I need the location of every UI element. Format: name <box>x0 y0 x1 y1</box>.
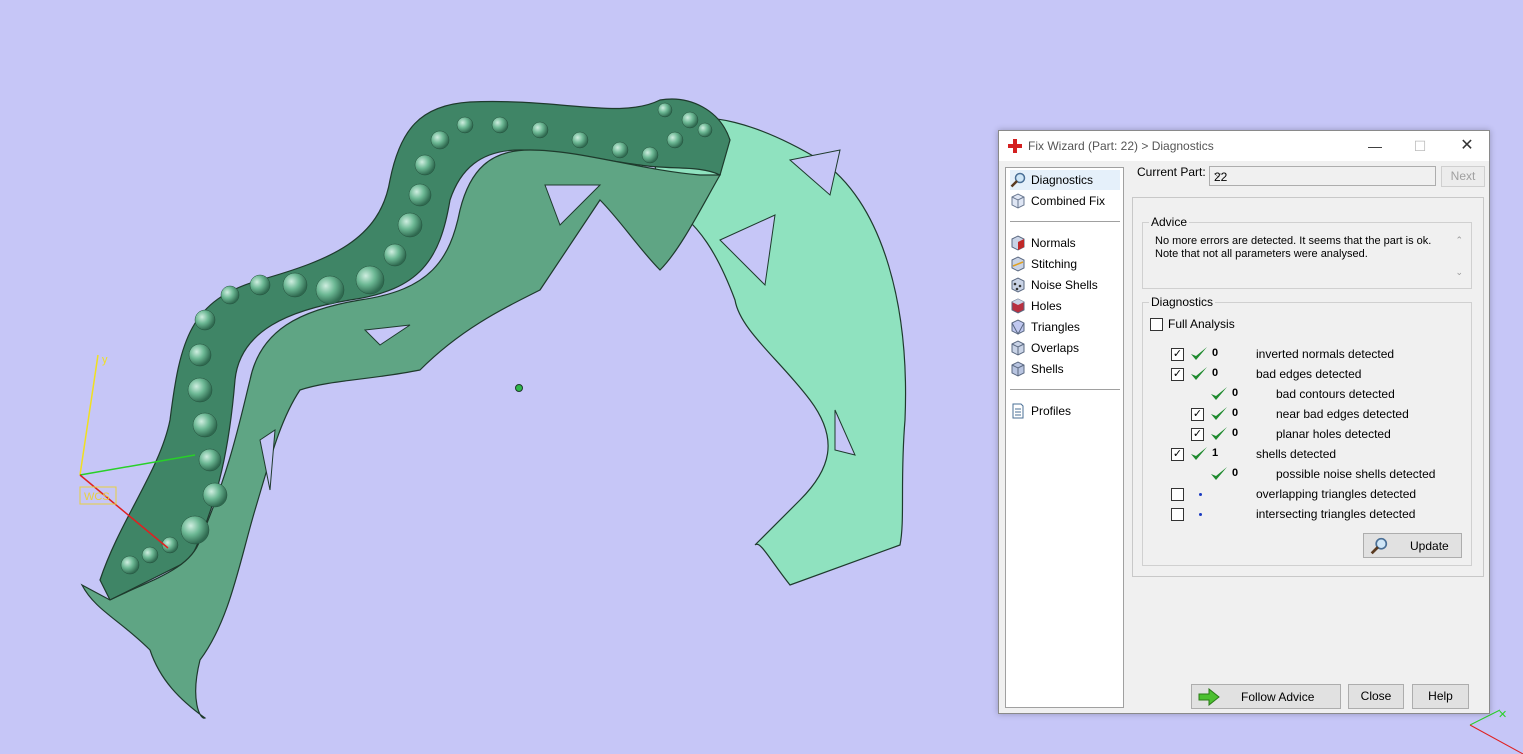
green-check-icon <box>1211 387 1227 400</box>
advice-title: Advice <box>1149 215 1190 229</box>
nav-item-combined-fix[interactable]: Combined Fix <box>1010 191 1120 211</box>
maximize-button[interactable]: ☐ <box>1398 131 1442 161</box>
green-check-icon <box>1191 447 1207 460</box>
pending-dot-icon <box>1199 513 1202 516</box>
diagnostic-checkbox[interactable]: ✓ <box>1171 448 1184 461</box>
svg-text:✕: ✕ <box>1498 709 1507 721</box>
dialog-titlebar[interactable]: Fix Wizard (Part: 22) > Diagnostics — ☐ … <box>999 131 1489 161</box>
nav-item-holes[interactable]: Holes <box>1010 296 1120 316</box>
nav-label: Shells <box>1031 362 1064 376</box>
follow-advice-label: Follow Advice <box>1241 690 1315 704</box>
pending-dot-icon <box>1199 493 1202 496</box>
diagnostic-checkbox[interactable] <box>1171 488 1184 501</box>
green-arrow-icon <box>1198 688 1220 706</box>
nav-label: Triangles <box>1031 320 1080 334</box>
nav-item-overlaps[interactable]: Overlaps <box>1010 338 1120 358</box>
shells-cube-icon <box>1011 361 1025 377</box>
update-label: Update <box>1410 539 1449 553</box>
nav-label: Holes <box>1031 299 1062 313</box>
follow-advice-button[interactable]: Follow Advice <box>1191 684 1341 709</box>
diagnostics-group: Diagnostics Full Analysis ✓ 0 inverted nor… <box>1142 295 1472 566</box>
chevron-down-icon: ⌵ <box>1214 169 1222 180</box>
green-check-icon <box>1211 427 1227 440</box>
advice-text: No more errors are detected. It seems th… <box>1155 235 1432 260</box>
nav-item-profiles[interactable]: Profiles <box>1010 401 1120 421</box>
nav-item-diagnostics[interactable]: Diagnostics <box>1010 170 1120 190</box>
update-button[interactable]: Update <box>1363 533 1462 558</box>
diagnostic-count: 0 <box>1212 347 1219 359</box>
diagnostic-checkbox[interactable] <box>1171 508 1184 521</box>
green-check-icon <box>1191 347 1207 360</box>
diagnostic-label: bad contours detected <box>1276 387 1395 401</box>
diagnostics-page: Advice No more errors are detected. It s… <box>1132 197 1484 577</box>
scroll-up-icon[interactable]: ⌃ <box>1455 235 1463 246</box>
nav-item-normals[interactable]: Normals <box>1010 233 1120 253</box>
diagnostic-checkbox[interactable]: ✓ <box>1191 408 1204 421</box>
diagnostic-count: 0 <box>1232 387 1239 399</box>
current-part-label: Current Part: <box>1137 165 1206 179</box>
close-window-button[interactable]: ✕ <box>1445 131 1489 161</box>
diagnostic-count: 0 <box>1232 407 1239 419</box>
diagnostic-label: near bad edges detected <box>1276 407 1409 421</box>
diagnostic-label: planar holes detected <box>1276 427 1391 441</box>
green-check-icon <box>1211 467 1227 480</box>
nav-separator <box>1010 389 1120 390</box>
nav-label: Normals <box>1031 236 1076 250</box>
fix-wizard-dialog: Fix Wizard (Part: 22) > Diagnostics — ☐ … <box>998 130 1490 714</box>
scroll-down-icon[interactable]: ⌄ <box>1455 267 1463 278</box>
nav-item-stitching[interactable]: Stitching <box>1010 254 1120 274</box>
document-icon <box>1012 403 1024 419</box>
nav-label: Combined Fix <box>1031 194 1106 208</box>
nav-item-triangles[interactable]: Triangles <box>1010 317 1120 337</box>
diagnostic-checkbox[interactable]: ✓ <box>1171 348 1184 361</box>
advice-group: Advice No more errors are detected. It s… <box>1142 215 1472 289</box>
holes-cube-icon <box>1011 298 1025 314</box>
nav-label: Overlaps <box>1031 341 1080 355</box>
green-check-icon <box>1211 407 1227 420</box>
nav-label: Profiles <box>1031 404 1072 418</box>
wizard-nav-panel: Diagnostics Combined Fix Normals Stitchi… <box>1005 167 1124 708</box>
diagnostic-count: 0 <box>1232 467 1239 479</box>
next-button[interactable]: Next <box>1441 166 1485 187</box>
magnifier-icon <box>1370 537 1388 555</box>
nav-item-noise-shells[interactable]: Noise Shells <box>1010 275 1120 295</box>
diagnostic-label: inverted normals detected <box>1256 347 1395 361</box>
overlaps-cube-icon <box>1011 340 1025 356</box>
nav-label: Diagnostics <box>1031 173 1094 187</box>
nav-label: Stitching <box>1031 257 1078 271</box>
diagnostic-checkbox[interactable]: ✓ <box>1191 428 1204 441</box>
help-button[interactable]: Help <box>1412 684 1469 709</box>
minimize-button[interactable]: — <box>1353 131 1397 161</box>
diagnostic-label: shells detected <box>1256 447 1337 461</box>
stitching-cube-icon <box>1011 256 1025 272</box>
diagnostic-checkbox[interactable]: ✓ <box>1171 368 1184 381</box>
diagnostic-label: intersecting triangles detected <box>1256 507 1416 521</box>
diagnostic-label: bad edges detected <box>1256 367 1362 381</box>
diagnostics-title: Diagnostics <box>1149 295 1216 309</box>
dialog-title: Fix Wizard (Part: 22) > Diagnostics <box>1028 139 1214 153</box>
diagnostic-count: 0 <box>1212 367 1219 379</box>
diagnostic-count: 0 <box>1232 427 1239 439</box>
close-button[interactable]: Close <box>1348 684 1404 709</box>
wcs-label: WCS <box>84 491 110 503</box>
noise-shells-cube-icon <box>1011 277 1025 293</box>
axis-y-label: y <box>102 354 108 366</box>
diagnostic-count: 1 <box>1212 447 1219 459</box>
diagnostic-label: overlapping triangles detected <box>1256 487 1417 501</box>
red-cross-icon <box>1008 139 1022 153</box>
nav-label: Noise Shells <box>1031 278 1098 292</box>
normals-cube-icon <box>1011 235 1025 251</box>
nav-separator <box>1010 221 1120 222</box>
magnifier-icon <box>1010 172 1026 188</box>
current-part-select[interactable]: 22 ⌵ <box>1209 166 1436 186</box>
full-analysis-checkbox[interactable] <box>1150 318 1163 331</box>
diagnostic-label: possible noise shells detected <box>1276 467 1436 481</box>
nav-item-shells[interactable]: Shells <box>1010 359 1120 379</box>
cube-icon <box>1011 193 1025 209</box>
full-analysis-label: Full Analysis <box>1168 317 1235 331</box>
triangles-cube-icon <box>1011 319 1025 335</box>
green-check-icon <box>1191 367 1207 380</box>
